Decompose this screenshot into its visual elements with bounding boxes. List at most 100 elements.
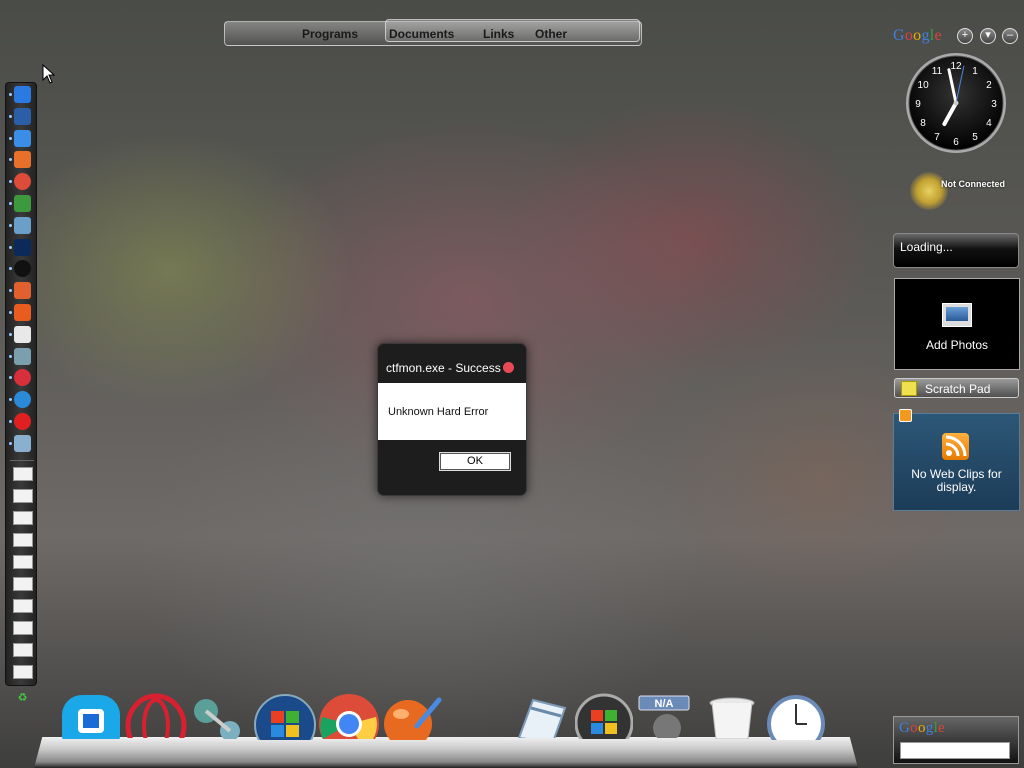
utorrent-icon[interactable] — [14, 195, 31, 212]
web-clips-message: No Web Clips for display. — [911, 467, 1002, 494]
window-thumbnail[interactable] — [13, 642, 33, 657]
opera-icon[interactable] — [123, 692, 189, 738]
clock-number: 11 — [932, 66, 943, 77]
clock-number: 12 — [950, 61, 962, 72]
add-gadget-icon[interactable]: + — [957, 28, 973, 44]
window-thumbnail[interactable] — [13, 664, 33, 679]
circle-app-icon[interactable] — [14, 260, 31, 278]
window-thumbnail[interactable] — [13, 620, 33, 635]
running-indicator — [9, 311, 12, 314]
google-gadget-logo: Google — [893, 27, 942, 44]
chrome-icon[interactable] — [318, 693, 380, 739]
dialog-body: Unknown Hard Error — [378, 383, 526, 440]
safari-icon[interactable] — [14, 391, 31, 409]
google-search-gadget: Google — [893, 716, 1019, 764]
clock-icon[interactable] — [767, 694, 825, 740]
chrome-icon[interactable] — [14, 173, 31, 191]
image-viewer-icon[interactable] — [14, 216, 31, 234]
running-indicator — [9, 245, 12, 249]
window-thumbnail[interactable] — [13, 532, 33, 547]
photo-icon — [942, 303, 972, 327]
google-search-input[interactable] — [900, 742, 1010, 759]
dialog-message: Unknown Hard Error — [388, 406, 489, 418]
opera-icon[interactable] — [14, 369, 31, 387]
dialog-title: ctfmon.exe - Success — [386, 361, 501, 375]
analog-clock: 12 12 3 45 6 78 9 1011 — [906, 53, 1006, 153]
window-thumbnail[interactable] — [13, 554, 33, 569]
running-indicator — [9, 441, 12, 445]
running-indicator — [9, 420, 12, 423]
photos-gadget[interactable]: Add Photos — [894, 278, 1020, 370]
rss-icon — [942, 433, 969, 460]
clock-number: 7 — [934, 132, 940, 143]
svg-text:N/A: N/A — [655, 698, 674, 710]
menu-links[interactable]: Links — [483, 27, 514, 41]
left-dock: ♻ — [5, 82, 37, 704]
add-photos-label: Add Photos — [925, 338, 989, 352]
rocket-icon[interactable] — [14, 107, 31, 125]
network-status-icon — [910, 172, 948, 210]
network-icon[interactable] — [188, 695, 246, 739]
running-indicator — [9, 202, 12, 205]
running-indicator — [9, 136, 12, 140]
running-indicator — [9, 158, 12, 162]
window-thumbnail[interactable] — [13, 598, 33, 613]
web-clips-gadget: No Web Clips for display. — [893, 409, 1020, 511]
clock-number: 3 — [991, 99, 997, 110]
minimize-icon[interactable]: – — [1002, 28, 1018, 44]
running-indicator — [9, 114, 12, 118]
menu-documents[interactable]: Documents — [389, 27, 454, 41]
running-indicator — [9, 93, 12, 96]
photoshop-icon[interactable] — [14, 238, 31, 256]
loading-gadget: Loading... — [893, 233, 1019, 268]
network-status-text: Not Connected — [941, 179, 1005, 189]
opera-red-icon[interactable] — [14, 413, 31, 430]
bottom-dock-shelf — [34, 737, 858, 768]
trash-icon[interactable] — [706, 695, 758, 739]
running-indicator — [9, 398, 12, 402]
firefox-icon[interactable] — [14, 151, 31, 169]
chevron-down-icon[interactable]: ▾ — [980, 28, 996, 44]
running-indicator — [9, 354, 12, 358]
menu-programs[interactable]: Programs — [302, 27, 358, 41]
window-thumbnail[interactable] — [13, 510, 33, 525]
scratch-pad-label: Scratch Pad — [925, 382, 991, 396]
clock-number: 5 — [972, 132, 978, 143]
clock-number: 10 — [918, 80, 930, 91]
top-menu-bar: Programs Documents Links Other — [224, 19, 642, 46]
notepad-icon[interactable] — [509, 694, 567, 738]
windows-start-icon[interactable] — [254, 694, 316, 740]
network-icon[interactable] — [14, 347, 31, 365]
running-indicator — [9, 332, 12, 336]
office-icon[interactable] — [14, 304, 31, 321]
recycle-bin-icon[interactable]: ♻ — [14, 691, 31, 708]
mouse-cursor-icon — [42, 64, 56, 84]
scratch-pad-gadget[interactable]: Scratch Pad — [894, 378, 1019, 398]
window-thumbnail[interactable] — [13, 466, 33, 481]
clock-number: 9 — [915, 99, 921, 110]
clock-number: 6 — [953, 137, 959, 148]
clock-number: 4 — [986, 118, 992, 129]
running-indicator — [9, 376, 12, 380]
app-store-icon[interactable] — [60, 693, 122, 739]
clock-number: 1 — [972, 66, 978, 77]
window-thumbnail[interactable] — [13, 488, 33, 503]
ok-button[interactable]: OK — [439, 452, 511, 471]
blank-app-icon[interactable] — [14, 325, 31, 343]
paint-icon[interactable] — [383, 696, 443, 740]
running-indicator — [9, 223, 12, 227]
paint-icon[interactable] — [14, 282, 31, 300]
google-logo: Google — [899, 720, 946, 736]
windows-update-icon[interactable] — [575, 693, 633, 739]
window-thumbnail[interactable] — [13, 576, 33, 591]
menu-other[interactable]: Other — [535, 27, 567, 41]
weather-na-icon[interactable]: N/A — [637, 694, 695, 738]
preview-icon[interactable] — [14, 434, 31, 452]
dock-separator — [10, 459, 34, 461]
running-indicator — [9, 267, 12, 271]
computer-icon[interactable] — [14, 86, 31, 103]
rss-small-icon[interactable] — [899, 409, 912, 422]
close-icon[interactable] — [503, 362, 514, 373]
error-dialog: ctfmon.exe - Success Unknown Hard Error … — [377, 343, 527, 496]
folder-icon[interactable] — [14, 129, 31, 147]
